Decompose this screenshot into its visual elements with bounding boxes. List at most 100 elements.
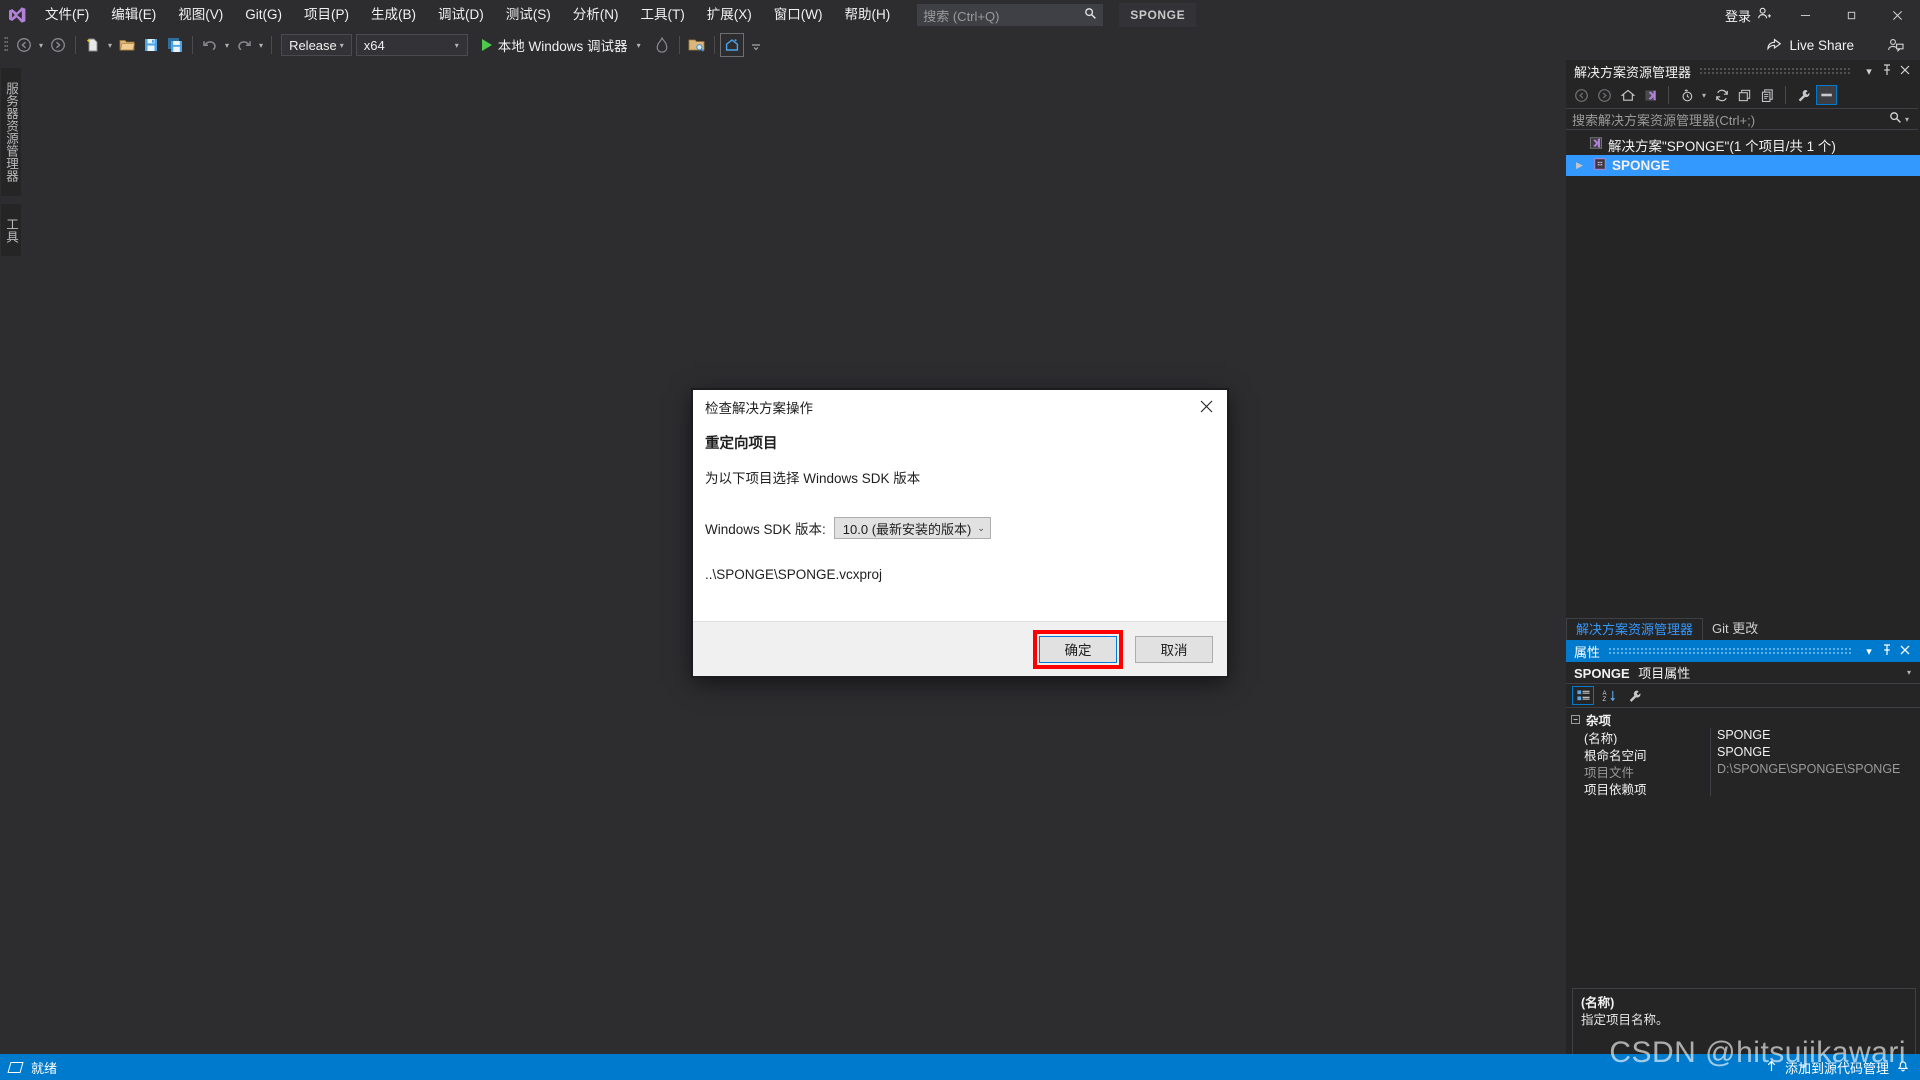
refresh-icon[interactable] <box>1711 85 1732 105</box>
home-icon[interactable] <box>1617 85 1638 105</box>
menu-test[interactable]: 测试(S) <box>495 0 562 30</box>
pending-changes-icon[interactable] <box>1676 85 1697 105</box>
close-icon[interactable] <box>1896 65 1914 78</box>
sidebar-item-toolbox[interactable]: 工具箱 <box>1 204 21 256</box>
tab-git-changes[interactable]: Git 更改 <box>1703 618 1767 640</box>
property-value[interactable] <box>1710 779 1920 796</box>
start-debugging-button[interactable]: 本地 Windows 调试器 ▾ <box>476 33 650 57</box>
pin-icon[interactable] <box>1878 643 1896 659</box>
toolbar-overflow-icon[interactable] <box>744 33 768 57</box>
property-value: D:\SPONGE\SPONGE\SPONGE <box>1710 762 1920 779</box>
redo-dropdown[interactable]: ▾ <box>256 41 266 50</box>
menu-git[interactable]: Git(G) <box>234 0 293 30</box>
live-share-icon <box>1766 36 1782 54</box>
maximize-button[interactable] <box>1828 0 1874 30</box>
tree-node-solution[interactable]: 解决方案"SPONGE"(1 个项目/共 1 个) <box>1566 134 1920 155</box>
minimize-button[interactable] <box>1782 0 1828 30</box>
solution-platform-combo[interactable]: x64 ▾ <box>355 34 468 56</box>
property-pages-icon[interactable] <box>1624 686 1646 705</box>
property-value[interactable]: SPONGE <box>1710 745 1920 762</box>
properties-category-row[interactable]: − 杂项 <box>1566 711 1920 728</box>
active-project-badge[interactable]: SPONGE <box>1119 3 1197 27</box>
toolbar-grip[interactable] <box>0 30 12 60</box>
open-file-icon[interactable] <box>115 33 139 57</box>
navigate-forward-icon[interactable] <box>46 33 70 57</box>
redo-icon[interactable] <box>232 33 256 57</box>
solution-explorer-search-input[interactable]: 搜索解决方案资源管理器(Ctrl+;) ▾ <box>1566 108 1918 130</box>
sdk-version-select[interactable]: 10.0 (最新安装的版本) ⌄ <box>833 517 991 539</box>
menu-window[interactable]: 窗口(W) <box>763 0 834 30</box>
forward-icon[interactable] <box>1594 85 1615 105</box>
hot-reload-icon[interactable] <box>650 33 674 57</box>
header-dots <box>1699 67 1852 75</box>
solution-explorer-tabstrip: 解决方案资源管理器 Git 更改 <box>1566 616 1920 640</box>
properties-object-selector[interactable]: SPONGE 项目属性 ▾ <box>1566 662 1920 684</box>
alphabetical-view-icon[interactable]: AZ <box>1598 686 1620 705</box>
solution-explorer-window: 解决方案资源管理器 ▾ ▾ 搜索解决方案资源管理器(Ctrl+;) ▾ 解决方案… <box>1566 60 1920 640</box>
menu-project[interactable]: 项目(P) <box>293 0 360 30</box>
show-all-files-icon[interactable] <box>1757 85 1778 105</box>
collapse-category-icon[interactable]: − <box>1571 715 1580 724</box>
undo-dropdown[interactable]: ▾ <box>222 41 232 50</box>
menu-debug[interactable]: 调试(D) <box>427 0 495 30</box>
svg-text:A: A <box>1602 691 1607 697</box>
dialog-body: 重定向项目 为以下项目选择 Windows SDK 版本 Windows SDK… <box>693 424 1227 582</box>
sign-in-button[interactable]: 登录 <box>1715 6 1782 25</box>
menu-tools[interactable]: 工具(T) <box>630 0 696 30</box>
dialog-footer: 确定 取消 <box>693 621 1227 676</box>
table-row[interactable]: 项目文件 D:\SPONGE\SPONGE\SPONGE <box>1566 762 1920 779</box>
property-value[interactable]: SPONGE <box>1710 728 1920 745</box>
menu-file[interactable]: 文件(F) <box>34 0 100 30</box>
window-menu-icon[interactable]: ▾ <box>1860 65 1878 78</box>
dialog-close-button[interactable] <box>1185 390 1227 422</box>
save-all-icon[interactable] <box>163 33 187 57</box>
menu-extensions[interactable]: 扩展(X) <box>696 0 763 30</box>
table-row[interactable]: 项目依赖项 <box>1566 779 1920 796</box>
left-tool-rail: 服务器资源管理器 工具箱 <box>0 60 22 1062</box>
navigate-backward-dropdown[interactable]: ▾ <box>36 41 46 50</box>
solution-configuration-value: Release <box>289 37 337 53</box>
back-icon[interactable] <box>1571 85 1592 105</box>
menu-help[interactable]: 帮助(H) <box>833 0 901 30</box>
close-button[interactable] <box>1874 0 1920 30</box>
menu-view[interactable]: 视图(V) <box>167 0 234 30</box>
menu-build[interactable]: 生成(B) <box>360 0 427 30</box>
select-startup-item-icon[interactable] <box>719 33 744 57</box>
undo-icon[interactable] <box>198 33 222 57</box>
source-control-group[interactable]: 添加到源代码管理 <box>1765 1058 1910 1077</box>
tree-node-project[interactable]: ▶ SPONGE <box>1566 155 1920 176</box>
status-icon <box>7 1061 24 1073</box>
notifications-icon[interactable] <box>1896 1059 1910 1076</box>
cancel-button[interactable]: 取消 <box>1135 635 1213 663</box>
send-feedback-icon[interactable] <box>1887 30 1904 60</box>
chevron-right-icon[interactable]: ▶ <box>1576 160 1588 171</box>
standard-toolbar: ▾ ▾ ▾ ▾ Release ▾ x64 ▾ 本地 Windows 调试器 ▾ <box>0 30 1920 60</box>
pin-icon[interactable] <box>1878 63 1896 79</box>
tab-solution-explorer[interactable]: 解决方案资源管理器 <box>1566 618 1704 640</box>
new-item-icon[interactable] <box>81 33 105 57</box>
pending-changes-dropdown[interactable]: ▾ <box>1699 91 1709 100</box>
sidebar-item-server-explorer[interactable]: 服务器资源管理器 <box>1 68 21 196</box>
preview-selected-items-icon[interactable] <box>1816 85 1838 105</box>
menu-edit[interactable]: 编辑(E) <box>100 0 167 30</box>
table-row[interactable]: 根命名空间 SPONGE <box>1566 745 1920 762</box>
solution-explorer-search-placeholder: 搜索解决方案资源管理器(Ctrl+;) <box>1572 112 1756 128</box>
window-menu-icon[interactable]: ▾ <box>1860 645 1878 658</box>
search-options-dropdown[interactable]: ▾ <box>1902 115 1912 124</box>
search-input[interactable]: 搜索 (Ctrl+Q) <box>917 4 1104 26</box>
table-row[interactable]: (名称) SPONGE <box>1566 728 1920 745</box>
chevron-down-icon[interactable]: ▾ <box>1904 668 1914 677</box>
menu-analyze[interactable]: 分析(N) <box>562 0 630 30</box>
ok-button[interactable]: 确定 <box>1039 635 1117 663</box>
live-share-button[interactable]: Live Share <box>1758 30 1862 60</box>
collapse-all-icon[interactable] <box>1734 85 1755 105</box>
categorized-view-icon[interactable] <box>1572 686 1594 705</box>
close-icon[interactable] <box>1896 645 1914 658</box>
switch-views-icon[interactable] <box>1640 85 1661 105</box>
properties-icon[interactable] <box>1793 85 1814 105</box>
solution-configuration-combo[interactable]: Release ▾ <box>281 34 352 56</box>
navigate-backward-icon[interactable] <box>12 33 36 57</box>
new-item-dropdown[interactable]: ▾ <box>105 41 115 50</box>
open-folder-search-icon[interactable] <box>685 33 709 57</box>
save-icon[interactable] <box>139 33 163 57</box>
